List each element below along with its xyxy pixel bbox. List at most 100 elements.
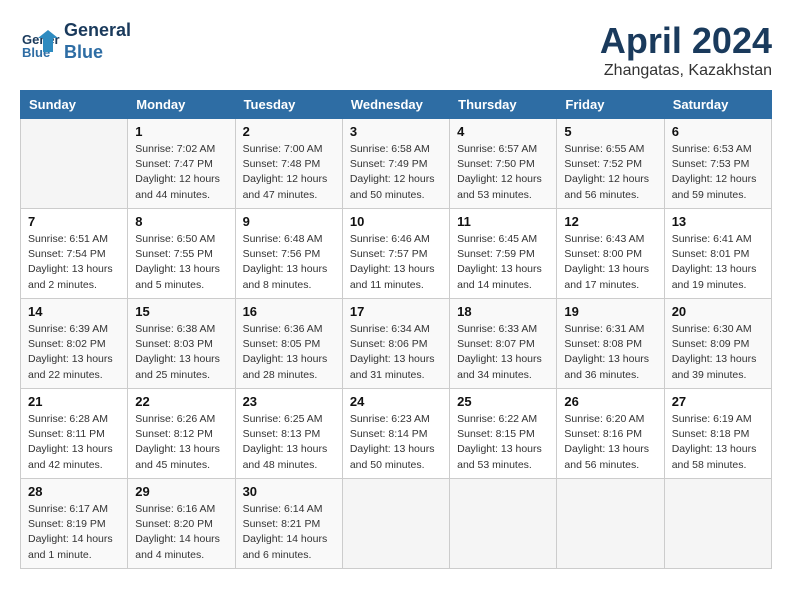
day-number: 2 [243,124,335,139]
day-info: Sunrise: 6:36 AMSunset: 8:05 PMDaylight:… [243,322,335,383]
location-subtitle: Zhangatas, Kazakhstan [600,62,772,80]
day-info: Sunrise: 6:30 AMSunset: 8:09 PMDaylight:… [672,322,764,383]
calendar-cell: 21 Sunrise: 6:28 AMSunset: 8:11 PMDayligh… [21,389,128,479]
calendar-cell: 24 Sunrise: 6:23 AMSunset: 8:14 PMDayligh… [342,389,449,479]
day-info: Sunrise: 6:57 AMSunset: 7:50 PMDaylight:… [457,142,549,203]
calendar-week-5: 28Sunrise: 6:17 AMSunset: 8:19 PMDayligh… [21,479,772,569]
calendar-cell: 12 Sunrise: 6:43 AMSunset: 8:00 PMDayligh… [557,209,664,299]
calendar-cell: 26 Sunrise: 6:20 AMSunset: 8:16 PMDayligh… [557,389,664,479]
page-header: General Blue General Blue April 2024 Zha… [20,20,772,80]
calendar-cell: 2 Sunrise: 7:00 AMSunset: 7:48 PMDaylight… [235,119,342,209]
day-number: 6 [672,124,764,139]
day-number: 25 [457,394,549,409]
day-number: 30 [243,484,335,499]
calendar-cell: 17Sunrise: 6:34 AMSunset: 8:06 PMDayligh… [342,299,449,389]
day-info: Sunrise: 6:19 AMSunset: 8:18 PMDaylight:… [672,412,764,473]
day-number: 16 [243,304,335,319]
weekday-header-thursday: Thursday [450,91,557,119]
day-info: Sunrise: 6:48 AMSunset: 7:56 PMDaylight:… [243,232,335,293]
day-info: Sunrise: 6:43 AMSunset: 8:00 PMDaylight:… [564,232,656,293]
day-info: Sunrise: 6:46 AMSunset: 7:57 PMDaylight:… [350,232,442,293]
calendar-cell: 16 Sunrise: 6:36 AMSunset: 8:05 PMDayligh… [235,299,342,389]
day-number: 9 [243,214,335,229]
day-number: 26 [564,394,656,409]
day-info: Sunrise: 6:28 AMSunset: 8:11 PMDaylight:… [28,412,120,473]
day-info: Sunrise: 6:50 AMSunset: 7:55 PMDaylight:… [135,232,227,293]
calendar-cell [557,479,664,569]
day-info: Sunrise: 6:41 AMSunset: 8:01 PMDaylight:… [672,232,764,293]
calendar-week-2: 7Sunrise: 6:51 AMSunset: 7:54 PMDaylight… [21,209,772,299]
day-number: 4 [457,124,549,139]
day-number: 10 [350,214,442,229]
calendar-table: SundayMondayTuesdayWednesdayThursdayFrid… [20,90,772,569]
day-number: 1 [135,124,227,139]
day-info: Sunrise: 6:31 AMSunset: 8:08 PMDaylight:… [564,322,656,383]
calendar-cell: 18 Sunrise: 6:33 AMSunset: 8:07 PMDayligh… [450,299,557,389]
day-number: 13 [672,214,764,229]
weekday-header-tuesday: Tuesday [235,91,342,119]
calendar-cell: 23Sunrise: 6:25 AMSunset: 8:13 PMDayligh… [235,389,342,479]
day-number: 14 [28,304,120,319]
day-info: Sunrise: 6:20 AMSunset: 8:16 PMDaylight:… [564,412,656,473]
calendar-cell: 28Sunrise: 6:17 AMSunset: 8:19 PMDayligh… [21,479,128,569]
calendar-cell [664,479,771,569]
day-info: Sunrise: 6:26 AMSunset: 8:12 PMDaylight:… [135,412,227,473]
calendar-cell: 1 Sunrise: 7:02 AMSunset: 7:47 PMDaylight… [128,119,235,209]
day-info: Sunrise: 6:45 AMSunset: 7:59 PMDaylight:… [457,232,549,293]
day-info: Sunrise: 6:23 AMSunset: 8:14 PMDaylight:… [350,412,442,473]
calendar-week-3: 14 Sunrise: 6:39 AMSunset: 8:02 PMDayligh… [21,299,772,389]
day-number: 8 [135,214,227,229]
calendar-week-1: 1 Sunrise: 7:02 AMSunset: 7:47 PMDaylight… [21,119,772,209]
day-number: 24 [350,394,442,409]
day-info: Sunrise: 6:16 AMSunset: 8:20 PMDaylight:… [135,502,227,563]
day-info: Sunrise: 7:00 AMSunset: 7:48 PMDaylight:… [243,142,335,203]
logo-icon: General Blue [20,22,60,62]
logo-text-general: General [64,20,131,42]
calendar-cell: 30 Sunrise: 6:14 AMSunset: 8:21 PMDayligh… [235,479,342,569]
calendar-cell: 14 Sunrise: 6:39 AMSunset: 8:02 PMDayligh… [21,299,128,389]
calendar-week-4: 21 Sunrise: 6:28 AMSunset: 8:11 PMDayligh… [21,389,772,479]
day-info: Sunrise: 6:39 AMSunset: 8:02 PMDaylight:… [28,322,120,383]
logo: General Blue General Blue [20,20,131,63]
day-info: Sunrise: 6:14 AMSunset: 8:21 PMDaylight:… [243,502,335,563]
day-info: Sunrise: 6:58 AMSunset: 7:49 PMDaylight:… [350,142,442,203]
day-number: 3 [350,124,442,139]
calendar-cell: 6 Sunrise: 6:53 AMSunset: 7:53 PMDaylight… [664,119,771,209]
day-number: 20 [672,304,764,319]
calendar-cell: 8 Sunrise: 6:50 AMSunset: 7:55 PMDaylight… [128,209,235,299]
day-number: 15 [135,304,227,319]
calendar-cell: 15Sunrise: 6:38 AMSunset: 8:03 PMDayligh… [128,299,235,389]
month-title: April 2024 [600,20,772,62]
calendar-cell: 20 Sunrise: 6:30 AMSunset: 8:09 PMDayligh… [664,299,771,389]
day-info: Sunrise: 7:02 AMSunset: 7:47 PMDaylight:… [135,142,227,203]
day-number: 12 [564,214,656,229]
weekday-header-sunday: Sunday [21,91,128,119]
weekday-header-saturday: Saturday [664,91,771,119]
calendar-cell [450,479,557,569]
calendar-cell: 11 Sunrise: 6:45 AMSunset: 7:59 PMDayligh… [450,209,557,299]
day-info: Sunrise: 6:55 AMSunset: 7:52 PMDaylight:… [564,142,656,203]
calendar-cell: 3 Sunrise: 6:58 AMSunset: 7:49 PMDaylight… [342,119,449,209]
day-number: 23 [243,394,335,409]
day-number: 18 [457,304,549,319]
day-number: 11 [457,214,549,229]
calendar-cell: 7Sunrise: 6:51 AMSunset: 7:54 PMDaylight… [21,209,128,299]
day-number: 29 [135,484,227,499]
calendar-body: 1 Sunrise: 7:02 AMSunset: 7:47 PMDaylight… [21,119,772,569]
calendar-cell [21,119,128,209]
day-number: 21 [28,394,120,409]
day-info: Sunrise: 6:33 AMSunset: 8:07 PMDaylight:… [457,322,549,383]
weekday-header-friday: Friday [557,91,664,119]
calendar-cell: 10 Sunrise: 6:46 AMSunset: 7:57 PMDayligh… [342,209,449,299]
calendar-cell: 29 Sunrise: 6:16 AMSunset: 8:20 PMDayligh… [128,479,235,569]
calendar-cell: 22 Sunrise: 6:26 AMSunset: 8:12 PMDayligh… [128,389,235,479]
calendar-cell: 9 Sunrise: 6:48 AMSunset: 7:56 PMDaylight… [235,209,342,299]
title-block: April 2024 Zhangatas, Kazakhstan [600,20,772,80]
day-number: 22 [135,394,227,409]
day-number: 5 [564,124,656,139]
weekday-header-wednesday: Wednesday [342,91,449,119]
calendar-cell [342,479,449,569]
day-info: Sunrise: 6:53 AMSunset: 7:53 PMDaylight:… [672,142,764,203]
day-number: 28 [28,484,120,499]
calendar-header: SundayMondayTuesdayWednesdayThursdayFrid… [21,91,772,119]
